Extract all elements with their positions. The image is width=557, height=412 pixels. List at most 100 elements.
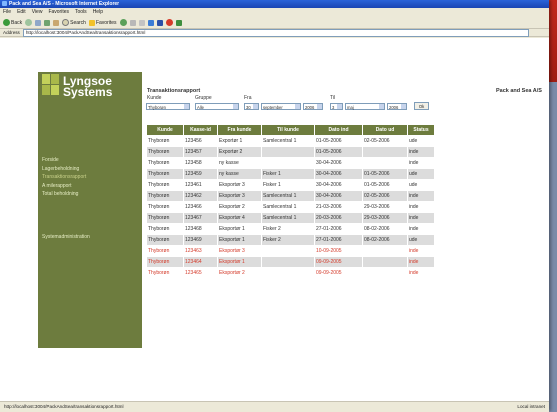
cell-til-kunde: Fisker 1	[263, 182, 281, 188]
cell-fra-kunde: Exportør 2	[218, 147, 261, 157]
nav-link-lagerbeholdning[interactable]: Lagerbeholdning	[42, 165, 86, 174]
menu-file[interactable]: File	[3, 9, 11, 15]
cell-dato-ind: 27-01-2006	[315, 235, 362, 245]
cell-status: ude	[409, 138, 418, 144]
cell-til-kunde: Fisker 2	[262, 235, 314, 245]
ok-button[interactable]: Ok	[414, 102, 429, 110]
window-title: Pack and Sea A/S - Microsoft Internet Ex…	[9, 1, 120, 7]
gruppe-label: Gruppe	[195, 95, 212, 101]
table-row: Thyborøn 123461 Eksportør 3 Fisker 1 30-04-2…	[147, 180, 434, 190]
word-icon[interactable]	[156, 19, 163, 26]
cell-dato-ud	[363, 257, 407, 267]
nav-link-transaktionsrapport[interactable]: Transaktionsrapport	[42, 173, 86, 182]
messenger-people-icon[interactable]	[175, 19, 182, 26]
til-label: Til	[330, 95, 336, 101]
cell-til-kunde: Samlecentral 1	[262, 191, 314, 201]
cell-fra-kunde: ny kasse	[219, 160, 239, 166]
cell-fra-kunde: ny kasse	[218, 169, 261, 179]
kunde-select[interactable]: Thyborøn	[146, 103, 190, 110]
cell-kunde: Thyborøn	[147, 257, 183, 267]
nav-link-systemadministration[interactable]: Systemadministration	[42, 234, 90, 240]
cell-dato-ind: 30-04-2006	[316, 160, 342, 166]
kunde-label: Kunde	[147, 95, 162, 101]
refresh-icon[interactable]	[44, 19, 51, 26]
til-year-select[interactable]: 2006	[387, 103, 407, 110]
cell-kasse-id: 123469	[184, 235, 217, 245]
menu-view[interactable]: View	[32, 9, 43, 15]
fra-day-select[interactable]: 30	[244, 103, 259, 110]
cell-kunde: Thyborøn	[148, 138, 170, 144]
table-row: Thyborøn 123468 Eksportør 1 Fisker 2 27-01-2…	[147, 224, 434, 234]
col-header-dato-ud: Dato ud	[363, 125, 407, 135]
nav-link-total-beholdning[interactable]: Total beholdning	[42, 190, 86, 199]
cell-dato-ind: 20-03-2006	[315, 213, 362, 223]
cell-til-kunde: Samlecentral 1	[263, 138, 297, 144]
cell-status: inde	[409, 204, 419, 210]
menu-help[interactable]: Help	[93, 9, 103, 15]
col-header-fra-kunde: Fra kunde	[218, 125, 261, 135]
cell-fra-kunde: Eksportør 3	[219, 182, 245, 188]
cell-dato-ud: 08-02-2006	[363, 235, 407, 245]
forward-arrow-icon[interactable]	[25, 19, 33, 26]
col-header-kasse-id: Kasse-id	[184, 125, 217, 135]
nav-link-maanedsrapport[interactable]: A milerapport	[42, 182, 86, 191]
cell-dato-ud	[363, 246, 407, 256]
cell-til-kunde	[262, 147, 314, 157]
cell-til-kunde	[262, 246, 314, 256]
cell-til-kunde: Fisker 2	[263, 226, 281, 232]
cell-kasse-id: 123466	[185, 204, 202, 210]
messenger-icon[interactable]	[147, 19, 154, 26]
menu-bar: File Edit View Favorites Tools Help	[0, 8, 549, 16]
history-icon[interactable]	[129, 19, 136, 26]
logo-squares-icon	[42, 74, 60, 96]
col-header-kunde: Kunde	[147, 125, 183, 135]
menu-edit[interactable]: Edit	[17, 9, 26, 15]
cell-dato-ud: 02-05-2006	[363, 191, 407, 201]
cell-dato-ud: 29-03-2006	[364, 204, 390, 210]
til-month-select[interactable]: maj	[345, 103, 385, 110]
cell-status: inde	[408, 191, 434, 201]
cell-dato-ud: 29-03-2006	[363, 213, 407, 223]
research-icon[interactable]	[165, 19, 173, 26]
media-icon[interactable]	[119, 19, 127, 26]
cell-kunde: Thyborøn	[147, 191, 183, 201]
cell-status: inde	[409, 226, 419, 232]
fra-month-select[interactable]: september	[261, 103, 301, 110]
nav-link-forside[interactable]: Forside	[42, 156, 86, 165]
logo-line-2: Systems	[63, 85, 113, 99]
cell-kasse-id: 123465	[185, 270, 202, 276]
cell-status: inde	[409, 248, 419, 254]
address-input[interactable]: http://localhost:3004/PackAndSea/transak…	[22, 28, 529, 37]
cell-dato-ind: 30-04-2006	[315, 169, 362, 179]
mail-icon[interactable]	[138, 19, 145, 26]
fra-year-select[interactable]: 2006	[303, 103, 323, 110]
menu-favorites[interactable]: Favorites	[48, 9, 69, 15]
cell-dato-ud: 02-05-2006	[364, 138, 390, 144]
star-icon	[88, 19, 95, 26]
cell-status: inde	[409, 160, 419, 166]
cell-kunde: Thyborøn	[148, 270, 170, 276]
cell-status: ude	[409, 182, 418, 188]
table-row: Thyborøn 123457 Exportør 2 01-05-2006 inde	[147, 147, 434, 157]
home-icon[interactable]	[53, 19, 60, 26]
title-bar: Pack and Sea A/S - Microsoft Internet Ex…	[0, 0, 549, 8]
table-row: Thyborøn 123459 ny kasse Fisker 1 30-04-2006…	[147, 169, 434, 179]
search-button[interactable]: Search	[62, 19, 86, 26]
company-name: Pack and Sea A/S	[496, 88, 542, 94]
address-bar: Address http://localhost:3004/PackAndSea…	[0, 28, 549, 37]
cell-til-kunde	[262, 268, 314, 278]
back-button[interactable]: Back	[3, 19, 22, 26]
cell-dato-ud	[363, 268, 407, 278]
fra-label: Fra	[244, 95, 252, 101]
gruppe-select[interactable]: Alle	[195, 103, 239, 110]
cell-dato-ind: 21-03-2006	[316, 204, 342, 210]
favorites-button[interactable]: Favorites	[88, 19, 117, 26]
status-bar: http://localhost:3004/PackAndSea/transak…	[0, 401, 549, 412]
til-day-select[interactable]: 3	[330, 103, 343, 110]
stop-icon[interactable]	[35, 19, 42, 26]
cell-kunde: Thyborøn	[148, 204, 170, 210]
menu-tools[interactable]: Tools	[75, 9, 87, 15]
cell-dato-ind: 09-09-2005	[315, 257, 362, 267]
col-header-status: Status	[408, 125, 434, 135]
search-icon	[62, 19, 70, 26]
